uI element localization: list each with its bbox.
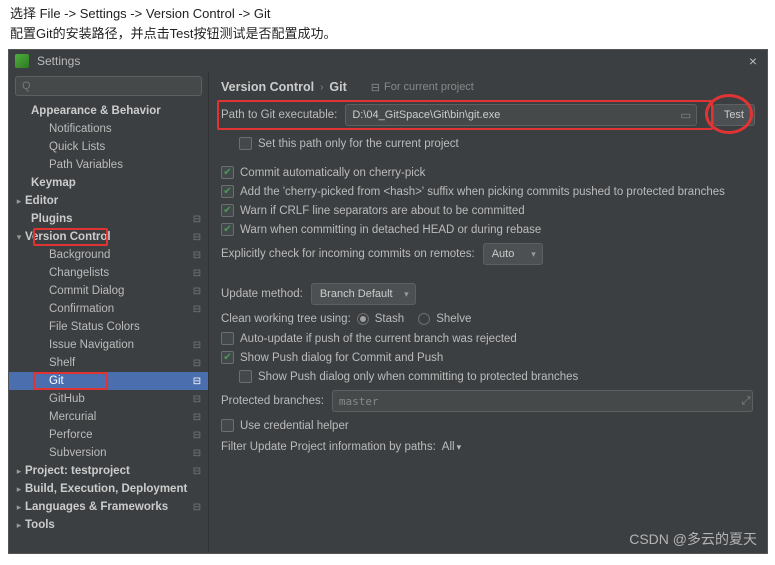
tree-changelists[interactable]: Changelists⊟ xyxy=(9,264,208,282)
clean-tree-label: Clean working tree using: xyxy=(221,313,351,325)
git-path-input[interactable] xyxy=(345,104,696,126)
update-method-label: Update method: xyxy=(221,288,303,300)
checkbox-set-path-only[interactable] xyxy=(239,137,252,150)
label-cherry-suffix: Add the 'cherry-picked from <hash>' suff… xyxy=(240,186,725,198)
expand-icon[interactable]: ⤢ xyxy=(737,395,755,408)
tree-issue-navigation[interactable]: Issue Navigation⊟ xyxy=(9,336,208,354)
checkbox-show-push-protected[interactable] xyxy=(239,370,252,383)
tree-version-control[interactable]: ▾Version Control⊟ xyxy=(9,228,208,246)
checkbox-auto-update[interactable] xyxy=(221,332,234,345)
breadcrumb-current: Git xyxy=(329,80,346,94)
checkbox-commit-auto[interactable] xyxy=(221,166,234,179)
radio-shelve[interactable] xyxy=(418,313,430,325)
tree-git[interactable]: Git⊟ xyxy=(9,372,208,390)
breadcrumb: Version Control › Git ⊟ For current proje… xyxy=(221,80,755,94)
git-path-label: Path to Git executable: xyxy=(221,109,337,121)
tree-subversion[interactable]: Subversion⊟ xyxy=(9,444,208,462)
explicit-check-select[interactable]: Auto xyxy=(483,243,543,265)
label-show-push-protected: Show Push dialog only when committing to… xyxy=(258,371,578,383)
app-icon xyxy=(15,54,29,68)
tree-languages[interactable]: ▸Languages & Frameworks⊟ xyxy=(9,498,208,516)
checkbox-warn-detached[interactable] xyxy=(221,223,234,236)
protected-label: Protected branches: xyxy=(221,395,324,407)
update-method-select[interactable]: Branch Default xyxy=(311,283,416,305)
tree-perforce[interactable]: Perforce⊟ xyxy=(9,426,208,444)
tree-tools[interactable]: ▸Tools xyxy=(9,516,208,534)
label-warn-detached: Warn when committing in detached HEAD or… xyxy=(240,224,541,236)
chevron-right-icon: › xyxy=(320,82,323,93)
tree-editor[interactable]: ▸Editor xyxy=(9,192,208,210)
tree-path-variables[interactable]: Path Variables xyxy=(9,156,208,174)
tree-shelf[interactable]: Shelf⊟ xyxy=(9,354,208,372)
instruction-line2: 配置Git的安装路径，并点击Test按钮测试是否配置成功。 xyxy=(10,24,765,44)
label-set-path-only: Set this path only for the current proje… xyxy=(258,138,459,150)
tree-plugins[interactable]: Plugins⊟ xyxy=(9,210,208,228)
checkbox-show-push[interactable] xyxy=(221,351,234,364)
folder-icon[interactable]: ▭ xyxy=(677,106,695,124)
tree-file-status-colors[interactable]: File Status Colors xyxy=(9,318,208,336)
tree-quick-lists[interactable]: Quick Lists xyxy=(9,138,208,156)
chevron-right-icon: ▸ xyxy=(13,465,25,477)
label-show-push: Show Push dialog for Commit and Push xyxy=(240,352,443,364)
radio-stash[interactable] xyxy=(357,313,369,325)
radio-shelve-label: Shelve xyxy=(436,313,471,325)
tree-background[interactable]: Background⊟ xyxy=(9,246,208,264)
explicit-check-label: Explicitly check for incoming commits on… xyxy=(221,248,475,260)
instruction-line1: 选择 File -> Settings -> Version Control -… xyxy=(10,4,765,24)
titlebar: Settings × xyxy=(9,50,767,72)
chevron-down-icon: ▾ xyxy=(457,442,462,453)
tree-build[interactable]: ▸Build, Execution, Deployment xyxy=(9,480,208,498)
filter-dropdown[interactable]: All ▾ xyxy=(442,441,461,453)
breadcrumb-parent[interactable]: Version Control xyxy=(221,80,314,94)
window-title: Settings xyxy=(37,54,745,68)
chevron-right-icon: ▸ xyxy=(13,483,25,495)
radio-stash-label: Stash xyxy=(375,313,404,325)
tree-notifications[interactable]: Notifications xyxy=(9,120,208,138)
chevron-right-icon: ▸ xyxy=(13,501,25,513)
checkbox-warn-crlf[interactable] xyxy=(221,204,234,217)
tree-project[interactable]: ▸Project: testproject⊟ xyxy=(9,462,208,480)
tree-github[interactable]: GitHub⊟ xyxy=(9,390,208,408)
tree-mercurial[interactable]: Mercurial⊟ xyxy=(9,408,208,426)
tree-commit-dialog[interactable]: Commit Dialog⊟ xyxy=(9,282,208,300)
chevron-down-icon: ▾ xyxy=(13,231,25,243)
chevron-right-icon: ▸ xyxy=(13,195,25,207)
label-credential: Use credential helper xyxy=(240,420,349,432)
label-warn-crlf: Warn if CRLF line separators are about t… xyxy=(240,205,525,217)
checkbox-cherry-suffix[interactable] xyxy=(221,185,234,198)
protected-input[interactable] xyxy=(332,390,753,412)
tree-confirmation[interactable]: Confirmation⊟ xyxy=(9,300,208,318)
sidebar: Appearance & Behavior Notifications Quic… xyxy=(9,72,209,552)
label-commit-auto: Commit automatically on cherry-pick xyxy=(240,167,425,179)
chevron-right-icon: ▸ xyxy=(13,519,25,531)
breadcrumb-scope: For current project xyxy=(384,81,474,93)
label-auto-update: Auto-update if push of the current branc… xyxy=(240,333,517,345)
search-input[interactable] xyxy=(15,76,202,96)
checkbox-credential[interactable] xyxy=(221,419,234,432)
watermark: CSDN @多云的夏天 xyxy=(629,529,757,549)
settings-tree: Appearance & Behavior Notifications Quic… xyxy=(9,98,208,552)
project-scope-icon: ⊟ xyxy=(371,81,380,94)
test-button[interactable]: Test xyxy=(713,104,755,126)
main-panel: Version Control › Git ⊟ For current proje… xyxy=(209,72,767,552)
filter-label: Filter Update Project information by pat… xyxy=(221,441,436,453)
close-button[interactable]: × xyxy=(745,53,761,69)
settings-window: Settings × Appearance & Behavior Notific… xyxy=(8,49,768,554)
tree-appearance-behavior[interactable]: Appearance & Behavior xyxy=(9,102,208,120)
tree-keymap[interactable]: Keymap xyxy=(9,174,208,192)
